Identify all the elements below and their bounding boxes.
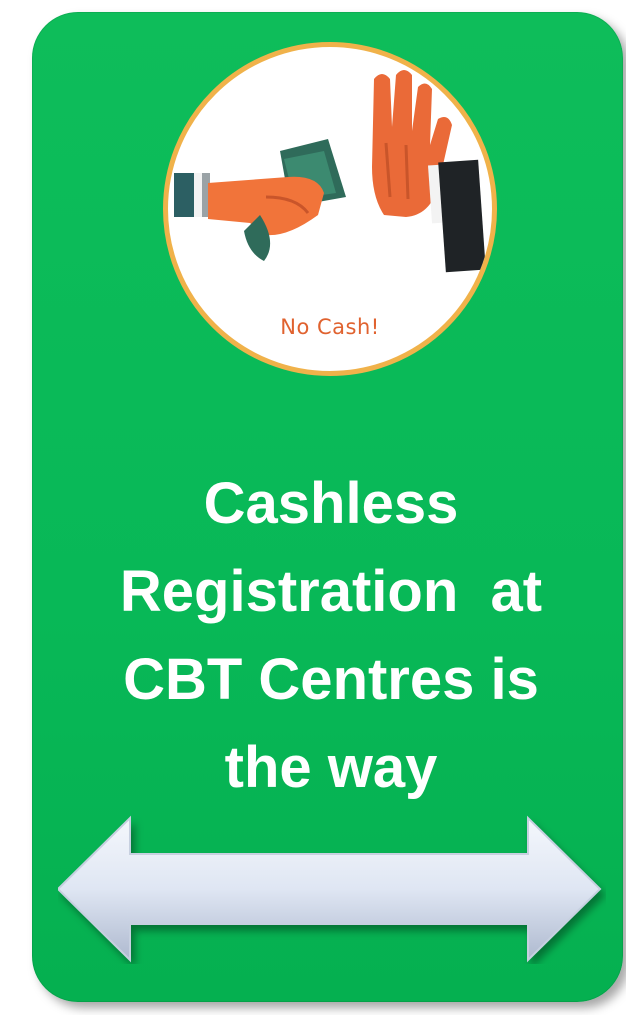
no-cash-caption: No Cash! bbox=[280, 315, 380, 339]
headline-line-1: Cashless bbox=[203, 471, 459, 536]
headline-line-2: Registration at bbox=[119, 559, 543, 624]
headline-line-4: the way bbox=[224, 735, 438, 800]
headline: Cashless Registration at CBT Centres is … bbox=[36, 460, 626, 812]
headline-line-3: CBT Centres is bbox=[123, 647, 539, 712]
no-cash-badge: No Cash! bbox=[163, 42, 497, 376]
double-headed-arrow-icon bbox=[56, 814, 606, 969]
